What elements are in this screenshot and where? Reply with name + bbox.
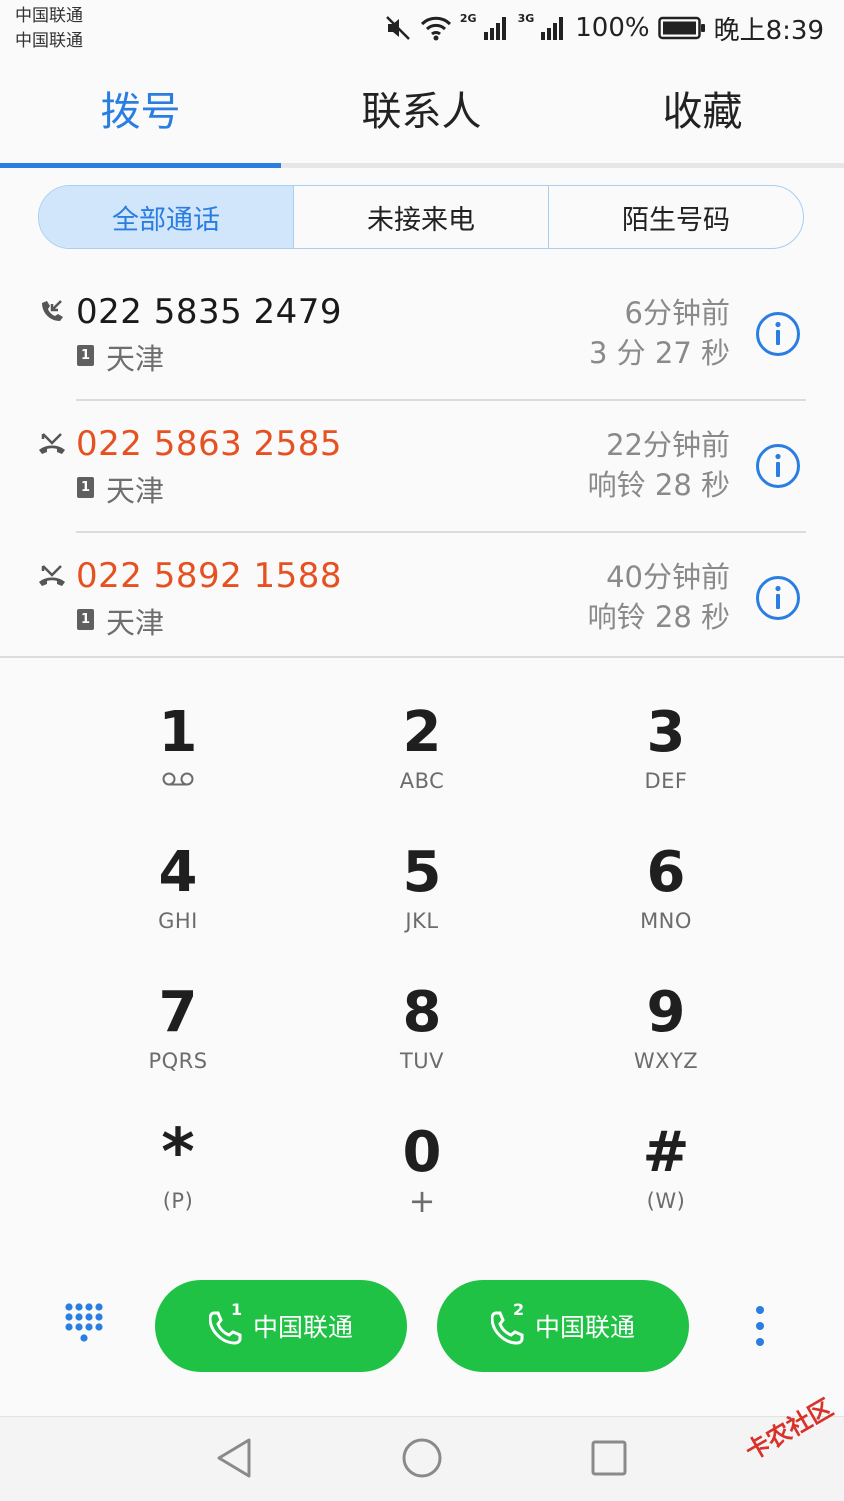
signal-2-icon <box>541 17 564 40</box>
call-sim2-button[interactable]: 2 中国联通 <box>437 1280 689 1372</box>
key-digit: 0 <box>402 1120 442 1185</box>
call-number: 022 5835 2479 <box>76 292 343 332</box>
call-number: 022 5892 1588 <box>76 556 343 596</box>
call-sim1-label: 中国联通 <box>252 1313 353 1342</box>
call-time: 40分钟前 <box>606 560 730 594</box>
call-number: 022 5863 2585 <box>76 424 343 464</box>
key-letters: ABC <box>399 769 445 793</box>
sim-number: 1 <box>230 1300 243 1319</box>
key-1[interactable]: 1 <box>78 700 278 820</box>
key-2[interactable]: 2 ABC <box>322 700 522 820</box>
key-digit: 3 <box>646 700 686 765</box>
incoming-call-icon <box>42 300 63 321</box>
key-letters: PQRS <box>148 1049 208 1073</box>
recents-icon[interactable] <box>590 1439 628 1477</box>
network-type-2: 3G <box>517 11 535 25</box>
key-letters: GHI <box>158 909 198 933</box>
tab-dialer[interactable]: 拨号 <box>0 82 281 142</box>
filter-unknown-numbers[interactable]: 陌生号码 <box>549 186 803 248</box>
key-digit: 6 <box>646 840 686 905</box>
phone-icon: 1 <box>208 1300 249 1346</box>
call-log-item[interactable]: 022 5835 2479 1 天津 6分钟前 3 分 27 秒 <box>0 268 844 400</box>
sim-badge: 1 <box>77 609 94 630</box>
dialpad-toggle-icon[interactable] <box>64 1302 104 1350</box>
tab-favorites[interactable]: 收藏 <box>562 82 843 142</box>
carrier-2-label: 中国联通 <box>15 31 83 51</box>
call-time: 22分钟前 <box>606 428 730 462</box>
key-8[interactable]: 8 TUV <box>322 980 522 1100</box>
call-location: 天津 <box>106 606 165 640</box>
call-log-item[interactable]: 022 5863 2585 1 天津 22分钟前 响铃 28 秒 <box>0 400 844 532</box>
key-digit: 5 <box>402 840 442 905</box>
key-5[interactable]: 5 JKL <box>322 840 522 960</box>
more-options-icon[interactable] <box>752 1304 768 1350</box>
call-location: 天津 <box>106 474 165 508</box>
battery-percent: 100% <box>575 13 650 43</box>
key-digit: 8 <box>402 980 442 1045</box>
key-digit: # <box>642 1120 690 1185</box>
info-icon[interactable] <box>755 443 801 489</box>
key-digit: 1 <box>158 700 198 765</box>
key-letters: MNO <box>640 909 692 933</box>
key-letters: + <box>408 1182 436 1220</box>
key-letters: DEF <box>644 769 688 793</box>
call-location: 天津 <box>106 342 165 376</box>
call-duration: 3 分 27 秒 <box>588 336 730 370</box>
sim-badge: 1 <box>77 345 94 366</box>
wifi-icon <box>420 16 451 41</box>
info-icon[interactable] <box>755 575 801 621</box>
signal-1-icon <box>483 17 506 40</box>
phone-icon: 2 <box>490 1300 531 1346</box>
key-letters: (W) <box>646 1189 686 1213</box>
home-icon[interactable] <box>401 1437 443 1479</box>
key-digit: * <box>161 1116 195 1190</box>
info-icon[interactable] <box>755 311 801 357</box>
key-letters: TUV <box>399 1049 445 1073</box>
call-duration: 响铃 28 秒 <box>587 600 730 634</box>
tab-contacts[interactable]: 联系人 <box>281 82 562 142</box>
key-hash[interactable]: # (W) <box>566 1120 766 1240</box>
sim-badge: 1 <box>77 477 94 498</box>
filter-all-calls[interactable]: 全部通话 <box>39 186 294 248</box>
filter-missed-calls[interactable]: 未接来电 <box>294 186 549 248</box>
call-duration: 响铃 28 秒 <box>587 468 730 502</box>
battery-icon <box>657 16 705 40</box>
call-log-item[interactable]: 022 5892 1588 1 天津 40分钟前 响铃 28 秒 <box>0 532 844 664</box>
key-letters: JKL <box>405 909 439 933</box>
call-filter: 全部通话 未接来电 陌生号码 <box>38 185 804 249</box>
key-4[interactable]: 4 GHI <box>78 840 278 960</box>
mute-icon <box>386 16 410 40</box>
network-type-1: 2G <box>459 11 477 25</box>
missed-call-icon <box>39 565 65 586</box>
missed-call-icon <box>39 433 65 454</box>
key-letters: (P) <box>162 1189 194 1213</box>
key-digit: 9 <box>646 980 686 1045</box>
key-3[interactable]: 3 DEF <box>566 700 766 820</box>
key-digit: 4 <box>158 840 198 905</box>
dialpad-separator <box>0 656 844 658</box>
key-digit: 7 <box>158 980 198 1045</box>
key-6[interactable]: 6 MNO <box>566 840 766 960</box>
key-star[interactable]: * (P) <box>78 1120 278 1240</box>
call-time: 6分钟前 <box>624 296 730 330</box>
voicemail-icon <box>162 772 194 786</box>
clock: 晚上8:39 <box>713 15 824 46</box>
sim-number: 2 <box>512 1300 525 1319</box>
call-sim1-button[interactable]: 1 中国联通 <box>155 1280 407 1372</box>
tab-indicator <box>0 163 281 168</box>
key-0[interactable]: 0 + <box>322 1120 522 1240</box>
back-icon[interactable] <box>214 1436 254 1480</box>
carrier-1-label: 中国联通 <box>15 6 83 26</box>
status-icons: 2G 3G 100% 晚上8:39 <box>384 8 824 48</box>
key-letters: WXYZ <box>633 1049 699 1073</box>
key-digit: 2 <box>402 700 442 765</box>
call-sim2-label: 中国联通 <box>534 1313 635 1342</box>
key-7[interactable]: 7 PQRS <box>78 980 278 1100</box>
key-9[interactable]: 9 WXYZ <box>566 980 766 1100</box>
